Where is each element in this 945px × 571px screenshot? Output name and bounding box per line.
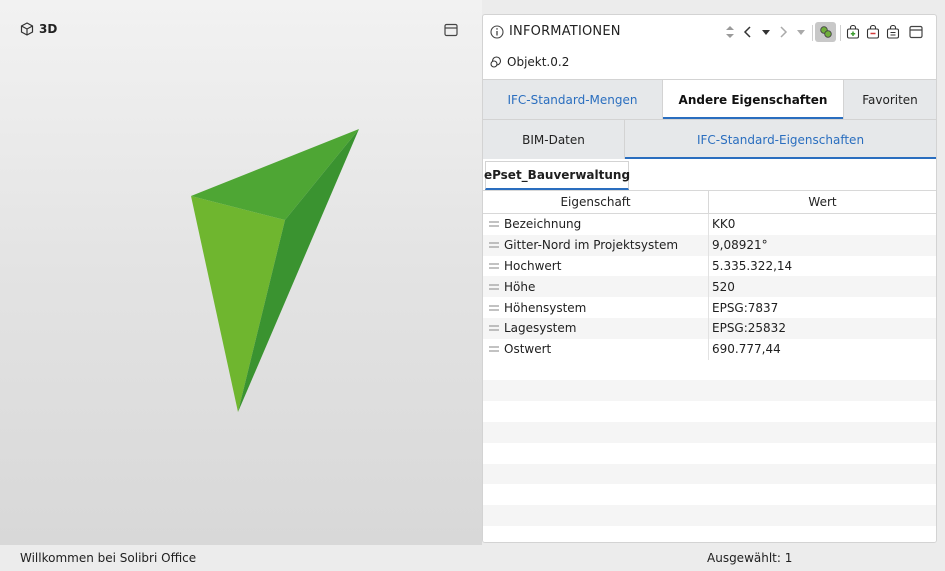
- property-cell: Gitter-Nord im Projektsystem: [483, 234, 709, 256]
- toolbar-divider: [840, 25, 841, 41]
- column-header-eigenschaft[interactable]: Eigenschaft: [483, 191, 709, 213]
- model-geometry[interactable]: [0, 0, 482, 545]
- drag-handle-icon[interactable]: [489, 283, 499, 291]
- table-row[interactable]: Ostwert 690.777,44: [483, 338, 936, 360]
- value-cell: EPSG:25832: [712, 321, 786, 336]
- info-icon: [490, 24, 504, 39]
- property-cell: Höhensystem: [483, 297, 709, 318]
- property-cell: Lagesystem: [483, 317, 709, 339]
- add-bag-icon[interactable]: [844, 22, 862, 42]
- table-row[interactable]: Höhe 520: [483, 276, 936, 298]
- drag-handle-icon[interactable]: [489, 304, 499, 312]
- empty-row: [483, 442, 936, 464]
- drag-handle-icon[interactable]: [489, 241, 499, 249]
- drag-handle-icon[interactable]: [489, 262, 499, 270]
- value-cell: 520: [712, 279, 735, 294]
- value-cell: 9,08921°: [712, 238, 768, 253]
- history-back-dropdown-icon[interactable]: [757, 22, 775, 42]
- table-row[interactable]: Hochwert 5.335.322,14: [483, 255, 936, 277]
- value-cell: 690.777,44: [712, 342, 781, 357]
- bag-icon[interactable]: [884, 22, 902, 42]
- property-name: Höhe: [504, 279, 536, 294]
- column-header-wert[interactable]: Wert: [709, 191, 936, 213]
- drag-handle-icon[interactable]: [489, 220, 499, 228]
- status-bar: Willkommen bei Solibri Office Ausgewählt…: [0, 545, 945, 571]
- property-cell: Hochwert: [483, 255, 709, 277]
- panel-title: INFORMATIONEN: [490, 24, 621, 39]
- panel-header: INFORMATIONEN: [483, 15, 936, 49]
- property-cell: Höhe: [483, 276, 709, 298]
- empty-row: [483, 484, 936, 506]
- table-row[interactable]: Höhensystem EPSG:7837: [483, 297, 936, 318]
- property-name: Hochwert: [504, 258, 562, 273]
- empty-row: [483, 463, 936, 485]
- empty-row: [483, 359, 936, 381]
- tab-favoriten[interactable]: Favoriten: [844, 80, 936, 119]
- tab-row-primary: IFC-Standard-Mengen Andere Eigenschaften…: [483, 79, 936, 119]
- drag-handle-icon[interactable]: [489, 345, 499, 353]
- table-header: Eigenschaft Wert: [483, 190, 936, 214]
- remove-bag-icon[interactable]: [864, 22, 882, 42]
- object-icon: [490, 56, 502, 68]
- empty-row: [483, 421, 936, 443]
- link-objects-icon[interactable]: [815, 22, 836, 42]
- value-cell: EPSG:7837: [712, 300, 779, 315]
- tab-andere-eigenschaften[interactable]: Andere Eigenschaften: [663, 80, 844, 119]
- value-cell: 5.335.322,14: [712, 258, 793, 273]
- property-name: Lagesystem: [504, 321, 577, 336]
- forward-icon[interactable]: [774, 22, 792, 42]
- toolbar-divider: [812, 25, 813, 41]
- table-body: Bezeichnung KK0 Gitter-Nord im Projektsyst…: [483, 214, 936, 542]
- back-icon[interactable]: [739, 22, 757, 42]
- tab-ifc-standard-eigenschaften[interactable]: IFC-Standard-Eigenschaften: [625, 120, 936, 159]
- window-icon[interactable]: [907, 22, 925, 42]
- tab-pset-bauverwaltung[interactable]: ePset_Bauverwaltung: [484, 161, 630, 190]
- empty-row: [483, 401, 936, 422]
- property-name: Ostwert: [504, 342, 552, 357]
- property-cell: Ostwert: [483, 338, 709, 360]
- tab-bim-daten[interactable]: BIM-Daten: [483, 120, 625, 159]
- viewport-3d[interactable]: 3D: [0, 0, 482, 545]
- panel-title-label: INFORMATIONEN: [509, 24, 621, 39]
- property-name: Bezeichnung: [504, 217, 582, 232]
- status-message: Willkommen bei Solibri Office: [20, 551, 197, 565]
- empty-row: [483, 380, 936, 402]
- properties-table: Eigenschaft Wert Bezeichnung KK0 Gitter-No…: [483, 190, 936, 542]
- table-row[interactable]: Gitter-Nord im Projektsystem 9,08921°: [483, 234, 936, 256]
- empty-row: [483, 525, 936, 542]
- object-name: Objekt.0.2: [507, 55, 570, 69]
- property-name: Gitter-Nord im Projektsystem: [504, 238, 679, 253]
- value-cell: KK0: [712, 217, 736, 232]
- table-row[interactable]: Lagesystem EPSG:25832: [483, 317, 936, 339]
- sort-arrows-icon[interactable]: [721, 22, 739, 42]
- tab-ifc-standard-mengen[interactable]: IFC-Standard-Mengen: [483, 80, 663, 119]
- property-name: Höhensystem: [504, 300, 587, 315]
- table-row[interactable]: Bezeichnung KK0: [483, 214, 936, 235]
- drag-handle-icon[interactable]: [489, 324, 499, 332]
- property-cell: Bezeichnung: [483, 214, 709, 235]
- tab-row-secondary: BIM-Daten IFC-Standard-Eigenschaften: [483, 119, 936, 159]
- empty-row: [483, 505, 936, 526]
- selected-object: Objekt.0.2: [490, 55, 569, 69]
- selection-count: Ausgewählt: 1: [707, 551, 793, 565]
- information-panel: INFORMATIONEN Objekt.0.2 IFC-Standard-Me…: [482, 14, 937, 543]
- history-forward-dropdown-icon[interactable]: [792, 22, 810, 42]
